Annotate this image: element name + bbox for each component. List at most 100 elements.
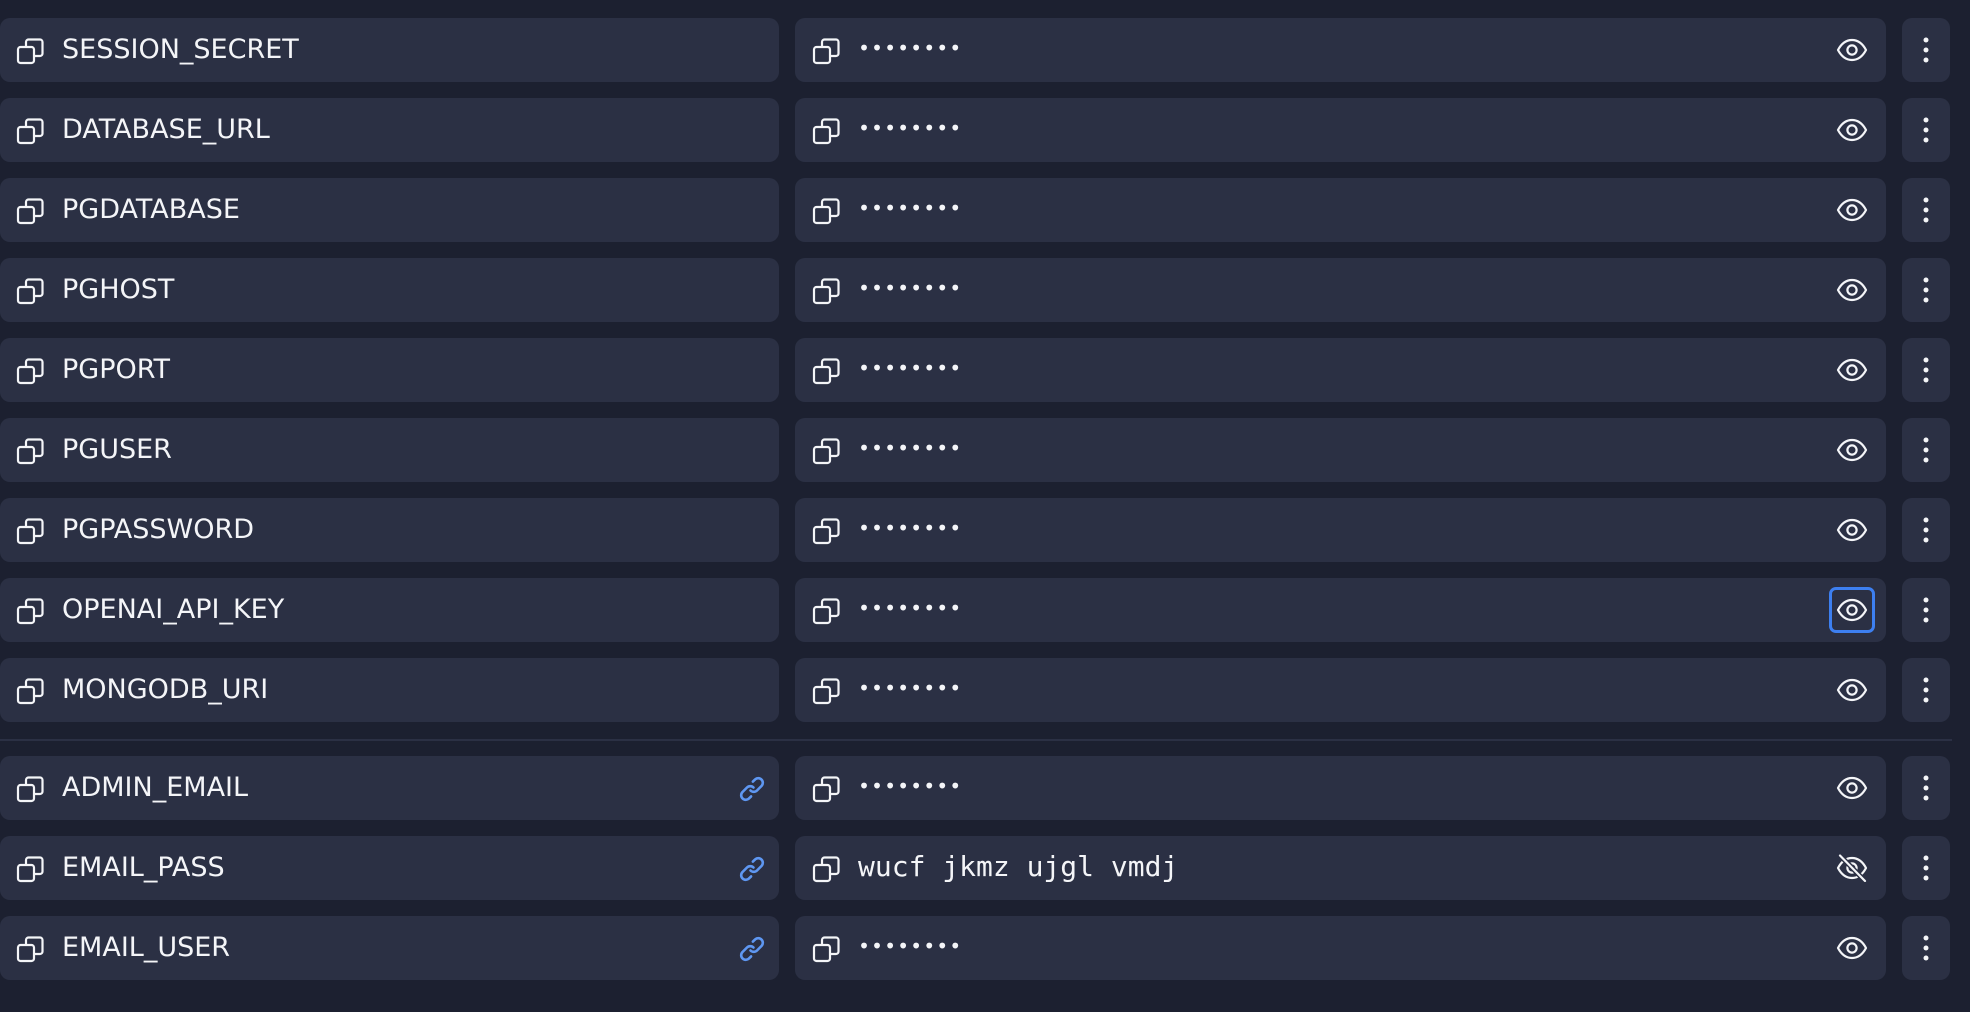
reveal-value-button[interactable] <box>1829 507 1875 553</box>
reveal-value-button[interactable] <box>1829 587 1875 633</box>
copy-key-button[interactable] <box>15 116 45 146</box>
section-divider <box>0 739 1952 741</box>
secret-key-field: PGDATABASE <box>0 178 779 242</box>
copy-value-button[interactable] <box>811 596 841 626</box>
secret-key-field: PGPORT <box>0 338 779 402</box>
secret-value-text: •••••••• <box>858 934 963 958</box>
secret-key-field: EMAIL_PASS <box>0 836 779 900</box>
secret-value-field: •••••••• <box>795 658 1886 722</box>
eye-icon <box>1836 436 1868 464</box>
eye-icon <box>1836 36 1868 64</box>
copy-key-button[interactable] <box>15 934 45 964</box>
row-menu-button[interactable] <box>1902 258 1950 322</box>
row-menu-button[interactable] <box>1902 836 1950 900</box>
secret-value-field: wucf jkmz ujgl vmdj <box>795 836 1886 900</box>
link-icon <box>738 935 766 963</box>
copy-value-button[interactable] <box>811 196 841 226</box>
hide-value-button[interactable] <box>1829 845 1875 891</box>
more-vertical-icon <box>1923 774 1929 802</box>
copy-key-button[interactable] <box>15 854 45 884</box>
copy-icon <box>16 935 44 963</box>
copy-value-button[interactable] <box>811 276 841 306</box>
eye-icon <box>1836 116 1868 144</box>
more-vertical-icon <box>1923 854 1929 882</box>
row-menu-button[interactable] <box>1902 418 1950 482</box>
secret-key-field: ADMIN_EMAIL <box>0 756 779 820</box>
reveal-value-button[interactable] <box>1829 427 1875 473</box>
copy-key-button[interactable] <box>15 36 45 66</box>
copy-key-button[interactable] <box>15 436 45 466</box>
more-vertical-icon <box>1923 276 1929 304</box>
copy-key-button[interactable] <box>15 516 45 546</box>
copy-icon <box>16 437 44 465</box>
more-vertical-icon <box>1923 436 1929 464</box>
copy-key-button[interactable] <box>15 596 45 626</box>
eye-icon <box>1836 356 1868 384</box>
copy-key-button[interactable] <box>15 356 45 386</box>
row-menu-button[interactable] <box>1902 18 1950 82</box>
copy-icon <box>812 677 840 705</box>
reveal-value-button[interactable] <box>1829 667 1875 713</box>
copy-value-button[interactable] <box>811 774 841 804</box>
copy-value-button[interactable] <box>811 934 841 964</box>
copy-value-button[interactable] <box>811 116 841 146</box>
row-menu-button[interactable] <box>1902 178 1950 242</box>
copy-value-button[interactable] <box>811 36 841 66</box>
copy-icon <box>812 197 840 225</box>
more-vertical-icon <box>1923 196 1929 224</box>
row-menu-button[interactable] <box>1902 658 1950 722</box>
row-menu-button[interactable] <box>1902 498 1950 562</box>
row-menu-button[interactable] <box>1902 916 1950 980</box>
secret-value-field: •••••••• <box>795 338 1886 402</box>
linked-secret-button[interactable] <box>737 934 767 964</box>
secret-key-label: SESSION_SECRET <box>62 34 299 65</box>
secret-value-field: •••••••• <box>795 756 1886 820</box>
copy-icon <box>16 855 44 883</box>
secret-value-text: •••••••• <box>858 774 963 798</box>
secret-key-label: EMAIL_USER <box>62 932 231 963</box>
copy-icon <box>812 855 840 883</box>
copy-value-button[interactable] <box>811 516 841 546</box>
copy-key-button[interactable] <box>15 276 45 306</box>
linked-secret-button[interactable] <box>737 854 767 884</box>
reveal-value-button[interactable] <box>1829 925 1875 971</box>
row-menu-button[interactable] <box>1902 756 1950 820</box>
secret-row: MONGODB_URI •••••••• <box>0 658 1952 722</box>
reveal-value-button[interactable] <box>1829 27 1875 73</box>
row-menu-button[interactable] <box>1902 98 1950 162</box>
copy-value-button[interactable] <box>811 854 841 884</box>
row-menu-button[interactable] <box>1902 338 1950 402</box>
copy-icon <box>812 517 840 545</box>
copy-icon <box>16 677 44 705</box>
secret-value-text: •••••••• <box>858 676 963 700</box>
copy-value-button[interactable] <box>811 356 841 386</box>
copy-icon <box>16 775 44 803</box>
row-menu-button[interactable] <box>1902 578 1950 642</box>
copy-icon <box>16 597 44 625</box>
secret-row: OPENAI_API_KEY •••••••• <box>0 578 1952 642</box>
secret-value-field: •••••••• <box>795 98 1886 162</box>
secret-key-label: PGPASSWORD <box>62 514 255 545</box>
more-vertical-icon <box>1923 934 1929 962</box>
secret-row: PGPASSWORD •••••••• <box>0 498 1952 562</box>
copy-value-button[interactable] <box>811 436 841 466</box>
eye-icon <box>1836 774 1868 802</box>
reveal-value-button[interactable] <box>1829 107 1875 153</box>
copy-key-button[interactable] <box>15 676 45 706</box>
secret-key-label: OPENAI_API_KEY <box>62 594 285 625</box>
reveal-value-button[interactable] <box>1829 187 1875 233</box>
reveal-value-button[interactable] <box>1829 765 1875 811</box>
secret-value-field: •••••••• <box>795 418 1886 482</box>
secret-value-text: wucf jkmz ujgl vmdj <box>858 850 1179 883</box>
linked-secret-button[interactable] <box>737 774 767 804</box>
secret-row: PGUSER •••••••• <box>0 418 1952 482</box>
secret-row: SESSION_SECRET •••••••• <box>0 18 1952 82</box>
copy-value-button[interactable] <box>811 676 841 706</box>
copy-icon <box>812 37 840 65</box>
copy-key-button[interactable] <box>15 774 45 804</box>
reveal-value-button[interactable] <box>1829 267 1875 313</box>
copy-key-button[interactable] <box>15 196 45 226</box>
reveal-value-button[interactable] <box>1829 347 1875 393</box>
secret-key-field: SESSION_SECRET <box>0 18 779 82</box>
more-vertical-icon <box>1923 676 1929 704</box>
